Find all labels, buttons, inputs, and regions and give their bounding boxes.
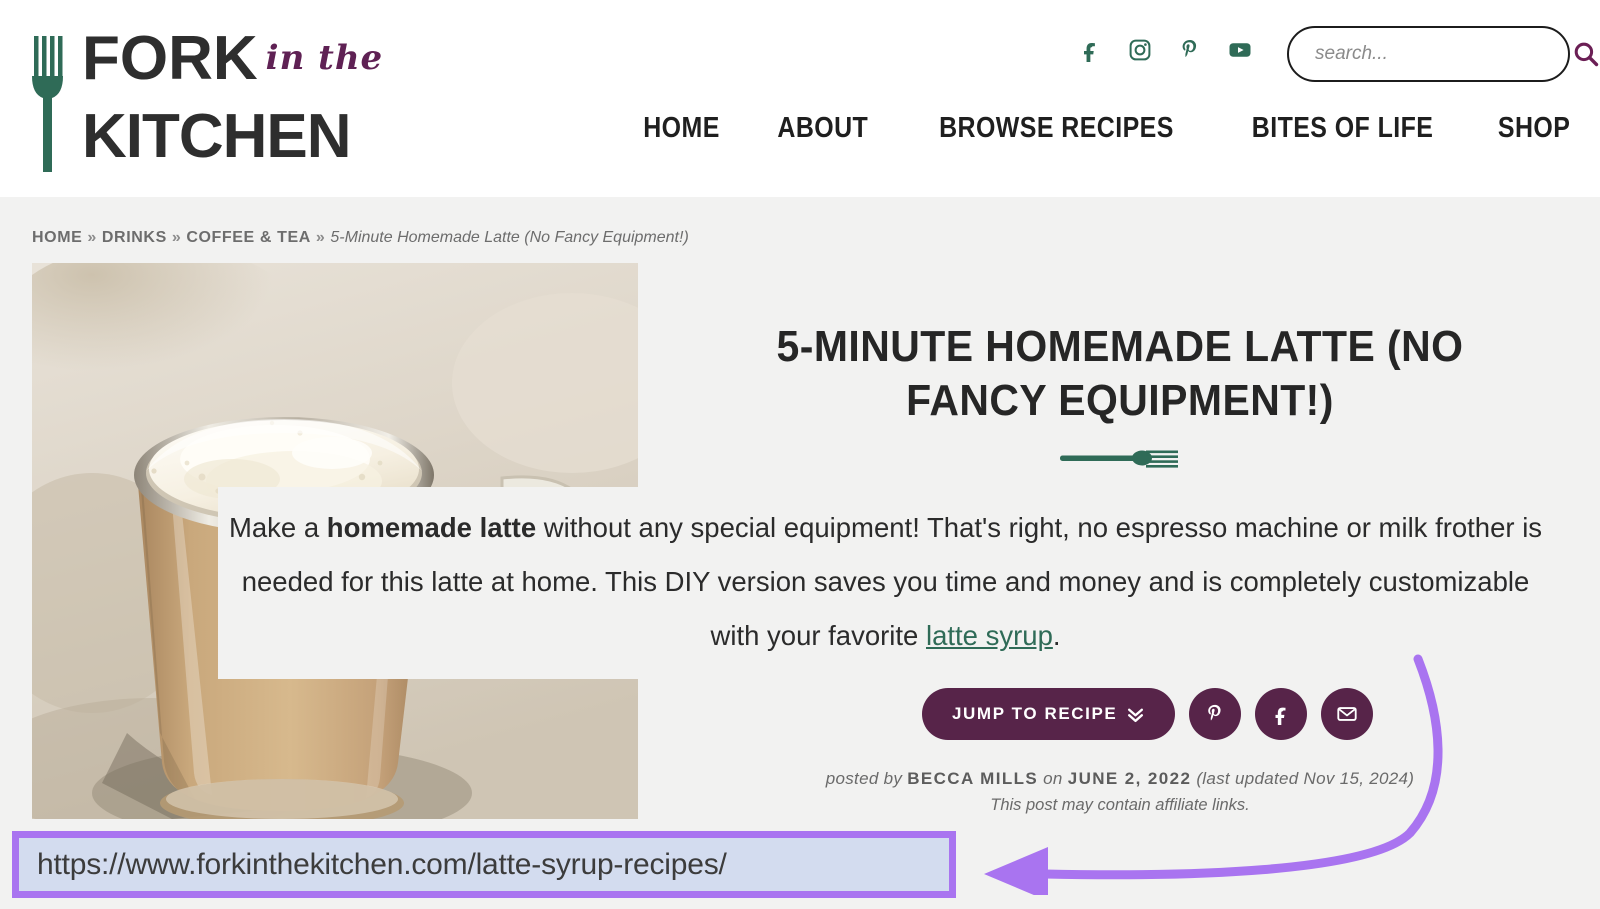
affiliate-disclosure: This post may contain affiliate links. <box>990 796 1250 814</box>
desc-part-1: Make a <box>228 512 327 543</box>
search-icon <box>1574 42 1599 67</box>
pinterest-share-button[interactable] <box>1189 688 1242 740</box>
breadcrumb-separator: » <box>171 229 182 246</box>
logo-script-word: in the <box>265 38 384 78</box>
breadcrumb: HOME» DRINKS» COFFEE & TEA» 5-Minute Homema… <box>32 229 689 247</box>
on-label: on <box>1043 769 1063 788</box>
post-byline: posted by BECCA MILLS on JUNE 2, 2022 (l… <box>700 769 1540 789</box>
post-author: BECCA MILLS <box>907 769 1039 788</box>
pinterest-icon[interactable] <box>1178 38 1202 62</box>
facebook-share-icon <box>1275 707 1286 725</box>
nav-item-browse-recipes[interactable]: BROWSE RECIPES <box>939 112 1174 145</box>
logo-fork-word: FORK <box>82 24 258 93</box>
social-links <box>1078 38 1252 62</box>
breadcrumb-item-coffee-tea[interactable]: COFFEE & TEA <box>186 229 311 246</box>
desc-bold-phrase: homemade latte <box>326 512 537 543</box>
search-input[interactable] <box>1289 43 1572 65</box>
logo-line-2: KITCHEN <box>82 102 352 171</box>
site-logo[interactable]: FORK in the KITCHEN <box>26 24 382 174</box>
pinterest-share-icon <box>1208 704 1221 721</box>
recipe-description: Make a homemade latte without any specia… <box>218 487 1553 679</box>
facebook-share-button[interactable] <box>1255 688 1308 740</box>
posted-by-label: posted by <box>825 769 903 788</box>
latte-syrup-link[interactable]: latte syrup <box>926 620 1053 651</box>
email-share-icon <box>1337 707 1357 721</box>
facebook-icon[interactable] <box>1078 38 1102 62</box>
youtube-icon[interactable] <box>1228 38 1252 62</box>
post-actions: JUMP TO RECIPE <box>922 688 1374 740</box>
breadcrumb-item-home[interactable]: HOME <box>32 229 82 246</box>
jump-to-recipe-label: JUMP TO RECIPE <box>952 704 1118 723</box>
page-title: 5-MINUTE HOMEMADE LATTE (NO FANCY EQUIPM… <box>776 322 1464 425</box>
main-navigation: HOME ABOUT BROWSE RECIPES BITES OF LIFE … <box>637 112 1576 145</box>
nav-item-shop[interactable]: SHOP <box>1498 112 1570 145</box>
site-header: FORK in the KITCHEN search... HOME ABOUT… <box>0 0 1600 197</box>
breadcrumb-separator: » <box>315 229 326 246</box>
post-updated: (last updated Nov 15, 2024) <box>1196 769 1415 788</box>
breadcrumb-separator: » <box>87 229 97 246</box>
search-submit-button[interactable] <box>1572 28 1600 80</box>
double-chevron-down-icon <box>1128 708 1144 722</box>
page-root: FORK in the KITCHEN search... HOME ABOUT… <box>0 0 1600 909</box>
email-share-button[interactable] <box>1321 688 1374 740</box>
logo-line-1: FORK in the <box>82 24 382 103</box>
instagram-icon[interactable] <box>1128 38 1152 62</box>
nav-item-bites-of-life[interactable]: BITES OF LIFE <box>1251 112 1433 145</box>
nav-item-about[interactable]: ABOUT <box>778 112 869 145</box>
desc-part-3: . <box>1052 620 1061 651</box>
search-bar[interactable] <box>1287 26 1599 82</box>
highlighted-url: https://www.forkinthekitchen.com/latte-s… <box>37 847 727 881</box>
jump-to-recipe-button[interactable]: JUMP TO RECIPE <box>922 688 1176 740</box>
fork-logo-icon <box>32 36 63 172</box>
nav-item-home[interactable]: HOME <box>643 112 720 145</box>
post-date: JUNE 2, 2022 <box>1067 769 1192 788</box>
breadcrumb-item-drinks[interactable]: DRINKS <box>102 229 167 246</box>
logo-wordmark: FORK in the KITCHEN <box>82 24 382 171</box>
url-highlight-box: https://www.forkinthekitchen.com/latte-s… <box>12 831 956 898</box>
fork-divider-icon <box>1060 450 1178 468</box>
breadcrumb-current: 5-Minute Homemade Latte (No Fancy Equipm… <box>330 229 689 246</box>
